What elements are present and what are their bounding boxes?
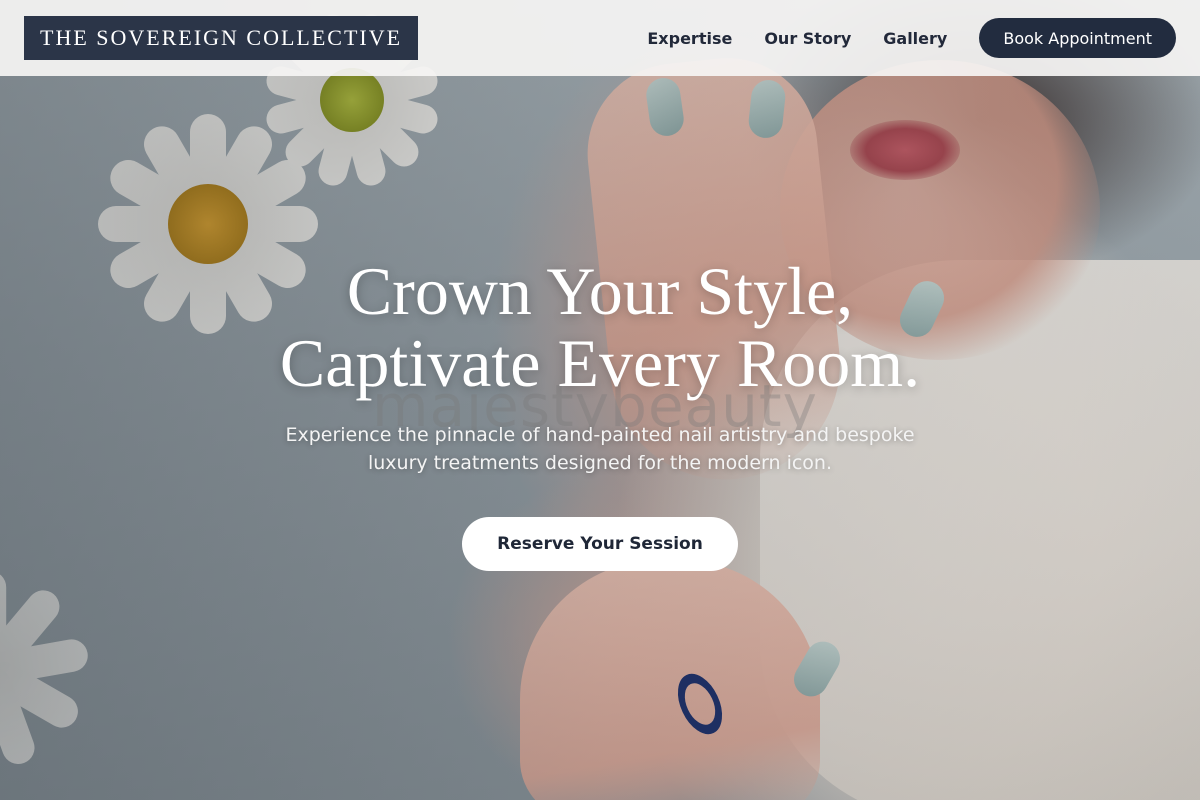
main-nav: Expertise Our Story Gallery Book Appoint… bbox=[647, 18, 1176, 58]
hero-subtitle: Experience the pinnacle of hand-painted … bbox=[285, 424, 915, 474]
hero-headline: Crown Your Style, Captivate Every Room. bbox=[0, 255, 1200, 399]
nav-link-gallery[interactable]: Gallery bbox=[883, 29, 947, 48]
reserve-session-button[interactable]: Reserve Your Session bbox=[462, 517, 738, 571]
nav-link-our-story[interactable]: Our Story bbox=[764, 29, 851, 48]
book-appointment-button[interactable]: Book Appointment bbox=[979, 18, 1176, 58]
brand-logo[interactable]: THE SOVEREIGN COLLECTIVE bbox=[24, 16, 419, 60]
hero-headline-line-2: Captivate Every Room. bbox=[279, 325, 921, 401]
hero-content: Crown Your Style, Captivate Every Room. … bbox=[0, 255, 1200, 571]
hero-headline-line-1: Crown Your Style, bbox=[346, 253, 854, 329]
nav-link-expertise[interactable]: Expertise bbox=[647, 29, 732, 48]
top-navbar: THE SOVEREIGN COLLECTIVE Expertise Our S… bbox=[0, 0, 1200, 76]
